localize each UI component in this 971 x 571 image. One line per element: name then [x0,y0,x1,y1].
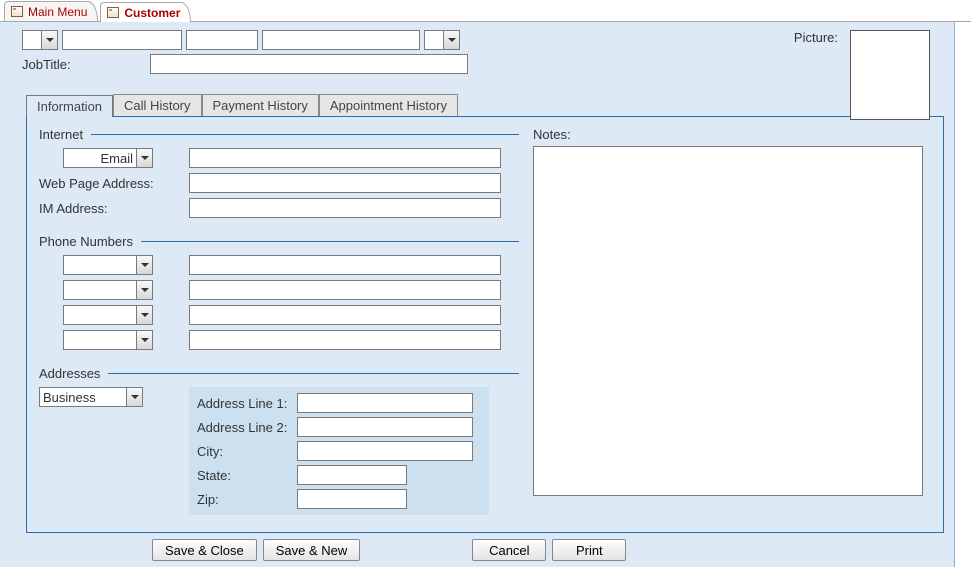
phone-type-select[interactable] [63,305,153,325]
chevron-down-icon[interactable] [443,31,459,49]
button-row: Save & Close Save & New Cancel Print [152,539,944,561]
picture-box[interactable] [850,30,930,120]
print-button[interactable]: Print [552,539,626,561]
addr-line2-input[interactable] [297,417,473,437]
addr-zip-label: Zip: [197,492,297,507]
section-rule [141,241,519,242]
phone-type-value [64,306,136,324]
button-label: Save & New [276,543,348,558]
phone-type-value [64,331,136,349]
chevron-down-icon[interactable] [136,149,152,167]
notes-label: Notes: [533,127,571,142]
doc-tab-label: Main Menu [28,5,87,19]
addr-line1-input[interactable] [297,393,473,413]
form-body: JobTitle: Picture: Information Call Hist… [0,22,955,567]
phone-type-value [64,281,136,299]
chevron-down-icon[interactable] [136,281,152,299]
address-type-select[interactable]: Business [39,387,143,407]
address-block: Address Line 1: Address Line 2: City: St… [189,387,489,515]
chevron-down-icon[interactable] [126,388,142,406]
button-label: Save & Close [165,543,244,558]
addr-line2-label: Address Line 2: [197,420,297,435]
addr-city-label: City: [197,444,297,459]
prefix-select[interactable] [22,30,58,50]
button-label: Cancel [489,543,529,558]
email-type-value: Email [64,149,136,167]
phone-type-select[interactable] [63,330,153,350]
tab-appointment-history[interactable]: Appointment History [319,94,458,116]
phone-number-input[interactable] [189,305,501,325]
internet-legend: Internet [39,127,83,142]
last-name-input[interactable] [262,30,420,50]
suffix-value [425,31,443,49]
document-tab-bar: Main Menu Customer [0,0,971,22]
phone-type-value [64,256,136,274]
email-input[interactable] [189,148,501,168]
address-type-value: Business [40,388,126,406]
save-close-button[interactable]: Save & Close [152,539,257,561]
section-rule [108,373,519,374]
chevron-down-icon[interactable] [136,256,152,274]
notes-textarea[interactable] [533,146,923,496]
tab-call-history[interactable]: Call History [113,94,201,116]
phone-number-input[interactable] [189,280,501,300]
im-input[interactable] [189,198,501,218]
phone-number-input[interactable] [189,255,501,275]
suffix-select[interactable] [424,30,460,50]
prefix-value [23,31,41,49]
chevron-down-icon[interactable] [136,306,152,324]
job-title-input[interactable] [150,54,468,74]
section-rule [91,134,519,135]
tab-label: Payment History [213,98,308,113]
addresses-legend: Addresses [39,366,100,381]
email-type-select[interactable]: Email [63,148,153,168]
addr-line1-label: Address Line 1: [197,396,297,411]
tab-label: Information [37,99,102,114]
form-icon [107,7,119,18]
cancel-button[interactable]: Cancel [472,539,546,561]
job-title-label: JobTitle: [22,57,142,72]
information-panel: Internet Email Web Page Address: IM Addr… [26,117,944,533]
addr-state-input[interactable] [297,465,407,485]
web-label: Web Page Address: [39,176,189,191]
middle-name-input[interactable] [186,30,258,50]
doc-tab-main-menu[interactable]: Main Menu [4,1,98,21]
doc-tab-label: Customer [124,6,180,20]
tab-payment-history[interactable]: Payment History [202,94,319,116]
first-name-input[interactable] [62,30,182,50]
chevron-down-icon[interactable] [136,331,152,349]
doc-tab-customer[interactable]: Customer [100,2,191,22]
phone-type-select[interactable] [63,255,153,275]
phones-legend: Phone Numbers [39,234,133,249]
phone-number-input[interactable] [189,330,501,350]
button-label: Print [576,543,603,558]
tab-label: Call History [124,98,190,113]
im-label: IM Address: [39,201,189,216]
phone-type-select[interactable] [63,280,153,300]
picture-label: Picture: [794,30,838,45]
tab-information[interactable]: Information [26,95,113,117]
addr-zip-input[interactable] [297,489,407,509]
save-new-button[interactable]: Save & New [263,539,361,561]
tab-label: Appointment History [330,98,447,113]
addr-state-label: State: [197,468,297,483]
web-input[interactable] [189,173,501,193]
chevron-down-icon[interactable] [41,31,57,49]
form-icon [11,6,23,17]
addr-city-input[interactable] [297,441,473,461]
